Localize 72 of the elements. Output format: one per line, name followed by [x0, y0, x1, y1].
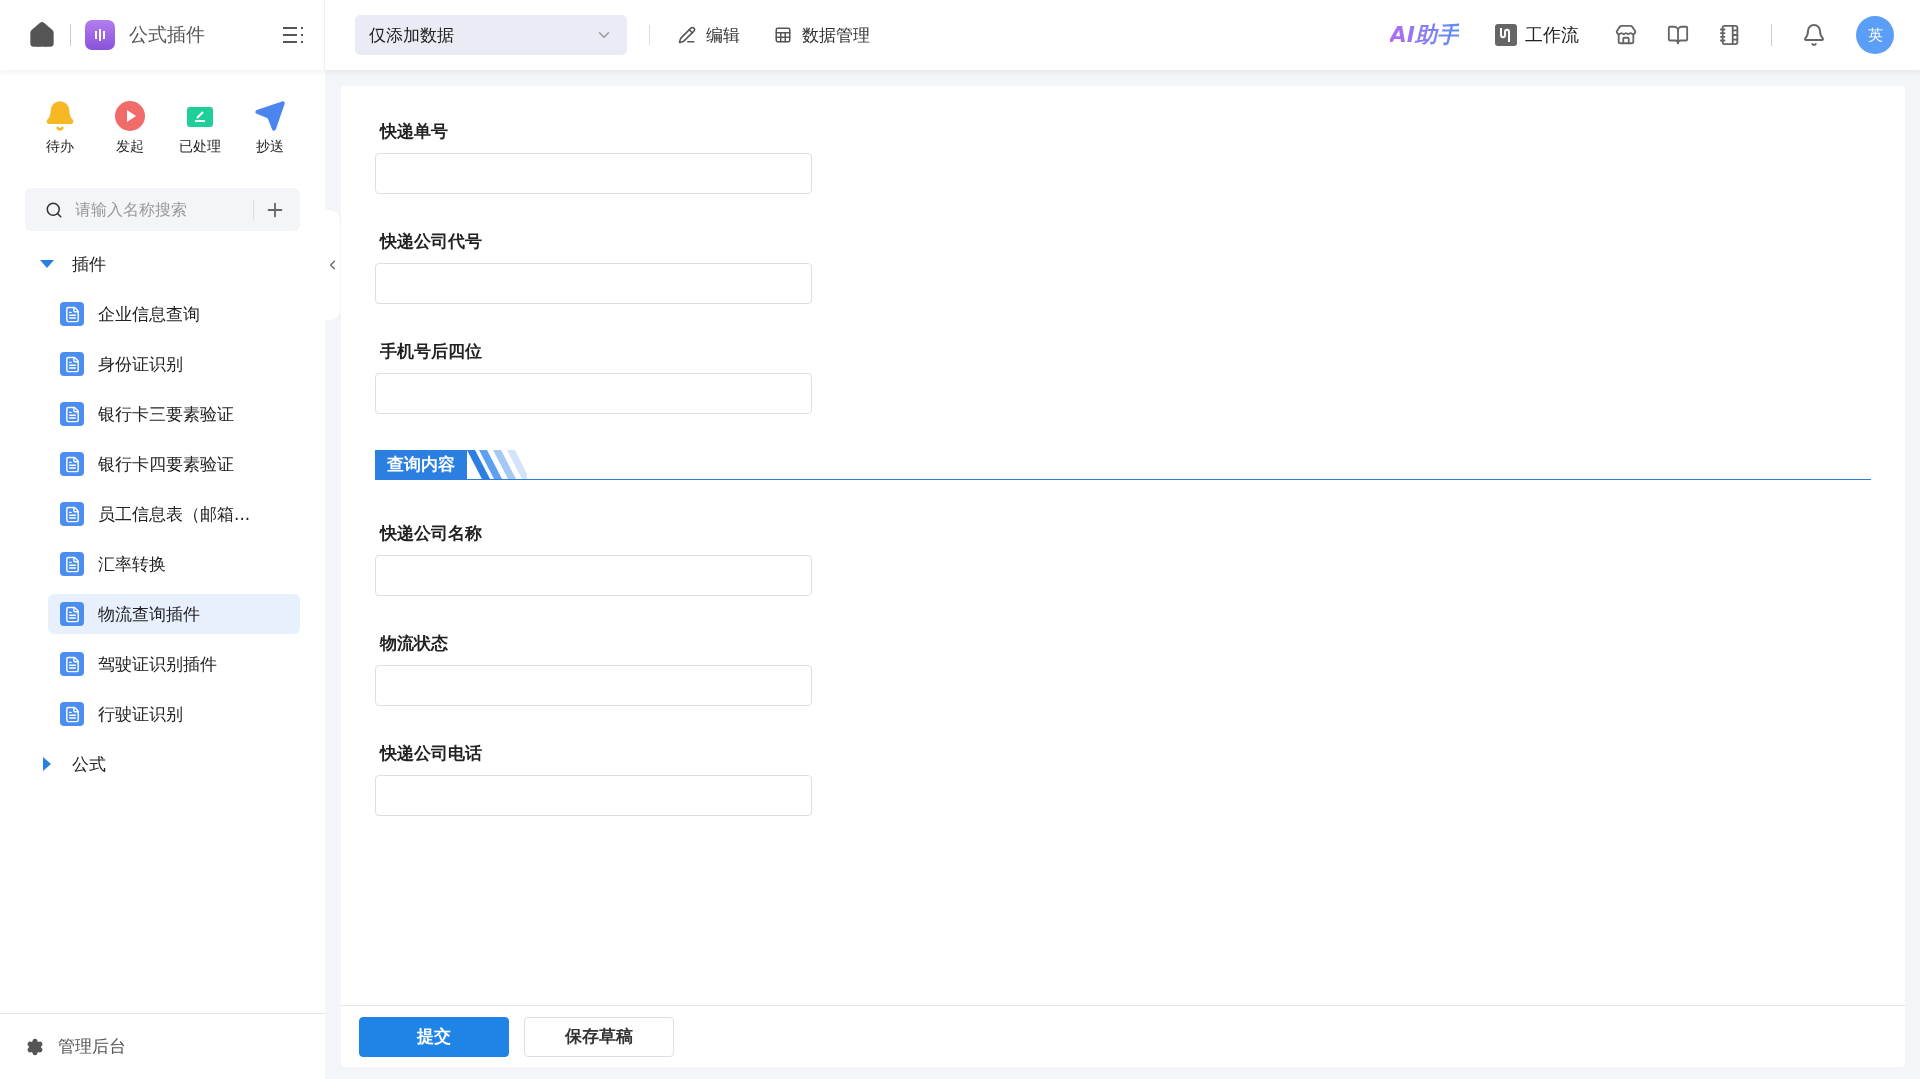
- tree-item[interactable]: 身份证识别: [48, 344, 300, 384]
- document-icon: [60, 452, 84, 476]
- settings-icon: [26, 1037, 44, 1056]
- paper-plane-icon: [254, 100, 286, 132]
- field-label: 物流状态: [380, 632, 449, 655]
- search-bar[interactable]: 请输入名称搜索: [25, 188, 300, 231]
- save-draft-button[interactable]: 保存草稿: [524, 1016, 674, 1057]
- document-icon: [60, 652, 84, 676]
- field-label: 快递单号: [380, 120, 449, 143]
- folder-label: 公式: [72, 752, 106, 776]
- document-icon: [60, 702, 84, 726]
- submit-button[interactable]: 提交: [359, 1016, 509, 1057]
- tree-item[interactable]: 驾驶证识别插件: [48, 644, 300, 684]
- item-label: 员工信息表（邮箱...: [98, 502, 251, 526]
- document-icon: [60, 302, 84, 326]
- quick-action-button[interactable]: 发起: [106, 100, 154, 156]
- table-icon: [774, 26, 792, 44]
- item-label: 物流查询插件: [98, 602, 200, 626]
- app-title: 公式插件: [129, 22, 206, 47]
- field-label: 快递公司电话: [380, 742, 483, 765]
- search-icon: [45, 200, 63, 219]
- store-icon[interactable]: [1615, 24, 1637, 46]
- quick-action-button[interactable]: 已处理: [176, 100, 224, 156]
- search-field[interactable]: 请输入名称搜索: [73, 199, 243, 220]
- document-icon: [60, 352, 84, 376]
- document-icon: [60, 552, 84, 576]
- home-icon[interactable]: [28, 21, 56, 49]
- document-icon: [60, 602, 84, 626]
- item-label: 企业信息查询: [98, 302, 200, 326]
- tree-item[interactable]: 员工信息表（邮箱...: [48, 494, 300, 534]
- play-icon: [114, 100, 146, 132]
- input-field[interactable]: [375, 153, 812, 194]
- quick-action-button[interactable]: 待办: [36, 100, 84, 156]
- tree-item[interactable]: 银行卡四要素验证: [48, 444, 300, 484]
- edit-button[interactable]: 编辑: [672, 22, 746, 48]
- item-label: 银行卡三要素验证: [98, 402, 234, 426]
- mode-select[interactable]: 仅添加数据: [355, 15, 627, 55]
- tree-folder[interactable]: 公式: [0, 739, 325, 789]
- document-icon: [60, 402, 84, 426]
- tree-item[interactable]: 物流查询插件: [48, 594, 300, 634]
- item-label: 驾驶证识别插件: [98, 652, 217, 676]
- workflow-icon: [1495, 24, 1517, 46]
- tree-item[interactable]: 行驶证识别: [48, 694, 300, 734]
- tree-folder[interactable]: 插件: [0, 239, 325, 289]
- menu-icon[interactable]: [282, 26, 304, 44]
- input-field[interactable]: [375, 665, 812, 706]
- input-field[interactable]: [375, 263, 812, 304]
- input-field[interactable]: [375, 373, 812, 414]
- item-label: 银行卡四要素验证: [98, 452, 234, 476]
- book-icon[interactable]: [1667, 24, 1689, 46]
- field-label: 快递公司名称: [380, 522, 483, 545]
- item-label: 行驶证识别: [98, 702, 183, 726]
- tree-item[interactable]: 银行卡三要素验证: [48, 394, 300, 434]
- input-field[interactable]: [375, 555, 812, 596]
- workflow-button[interactable]: 工作流: [1489, 22, 1585, 48]
- input-field[interactable]: [375, 775, 812, 816]
- data-management-button[interactable]: 数据管理: [768, 22, 876, 48]
- field-label: 手机号后四位: [380, 340, 483, 363]
- item-label: 身份证识别: [98, 352, 183, 376]
- admin-button[interactable]: 管理后台: [0, 1013, 325, 1079]
- field-label: 快递公司代号: [380, 230, 483, 253]
- pencil-icon: [678, 26, 696, 44]
- quick-action-button[interactable]: 抄送: [246, 100, 294, 156]
- item-label: 汇率转换: [98, 552, 166, 576]
- document-icon: [60, 502, 84, 526]
- app-logo-icon: [85, 20, 115, 50]
- tree-item[interactable]: 企业信息查询: [48, 294, 300, 334]
- folder-label: 插件: [72, 252, 106, 276]
- bell-icon: [44, 100, 76, 132]
- tree-item[interactable]: 汇率转换: [48, 544, 300, 584]
- notification-bell-icon[interactable]: [1802, 23, 1826, 47]
- notebook-icon[interactable]: [1719, 24, 1741, 46]
